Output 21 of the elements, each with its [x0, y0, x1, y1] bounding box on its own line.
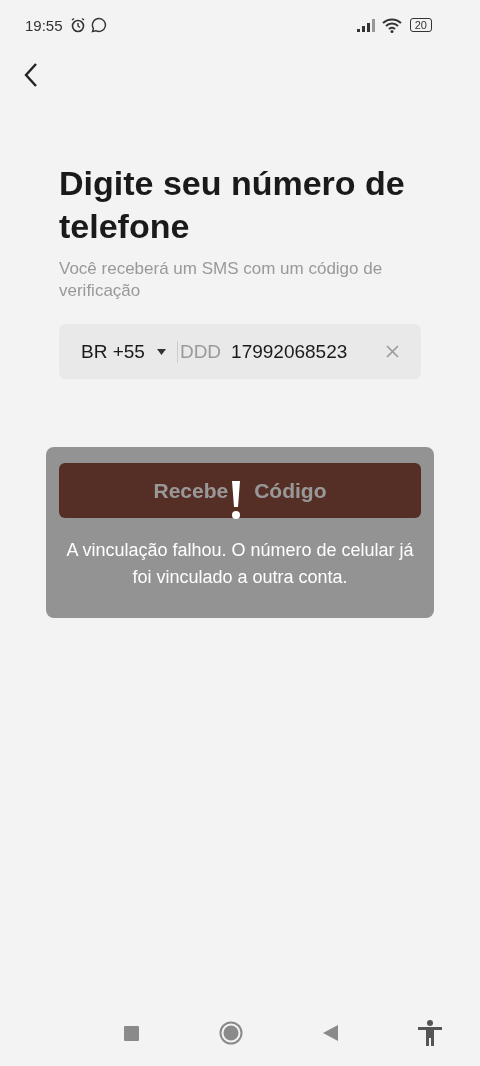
toast-message: A vinculação falhou. O número de celular já foi vinculado a outra conta.	[65, 539, 415, 589]
battery-icon: 20	[409, 18, 432, 32]
home-icon[interactable]	[219, 1021, 243, 1045]
phone-number-value: 17992068523	[231, 340, 348, 363]
status-time: 19:55	[25, 16, 63, 34]
wifi-icon	[381, 17, 402, 33]
dropdown-caret-icon	[156, 348, 166, 355]
exclamation-icon	[230, 479, 242, 521]
chat-icon	[90, 17, 107, 33]
accessibility-icon[interactable]	[418, 1020, 442, 1046]
phone-field[interactable]: BR +55 DDD 17992068523	[59, 324, 421, 379]
clear-icon[interactable]	[386, 345, 399, 358]
back-nav-icon[interactable]	[323, 1025, 338, 1041]
recent-apps-icon[interactable]	[124, 1025, 139, 1041]
page-subtitle: Você receberá um SMS com um código de verificação	[59, 258, 384, 302]
page-title: Digite seu número de telefone	[59, 163, 406, 247]
alarm-icon	[69, 17, 86, 33]
receive-code-button[interactable]: Recebe Código	[59, 463, 421, 518]
country-code-selector[interactable]: BR +55	[81, 340, 145, 363]
signal-icon	[356, 18, 377, 32]
area-code-placeholder: DDD	[179, 340, 222, 363]
